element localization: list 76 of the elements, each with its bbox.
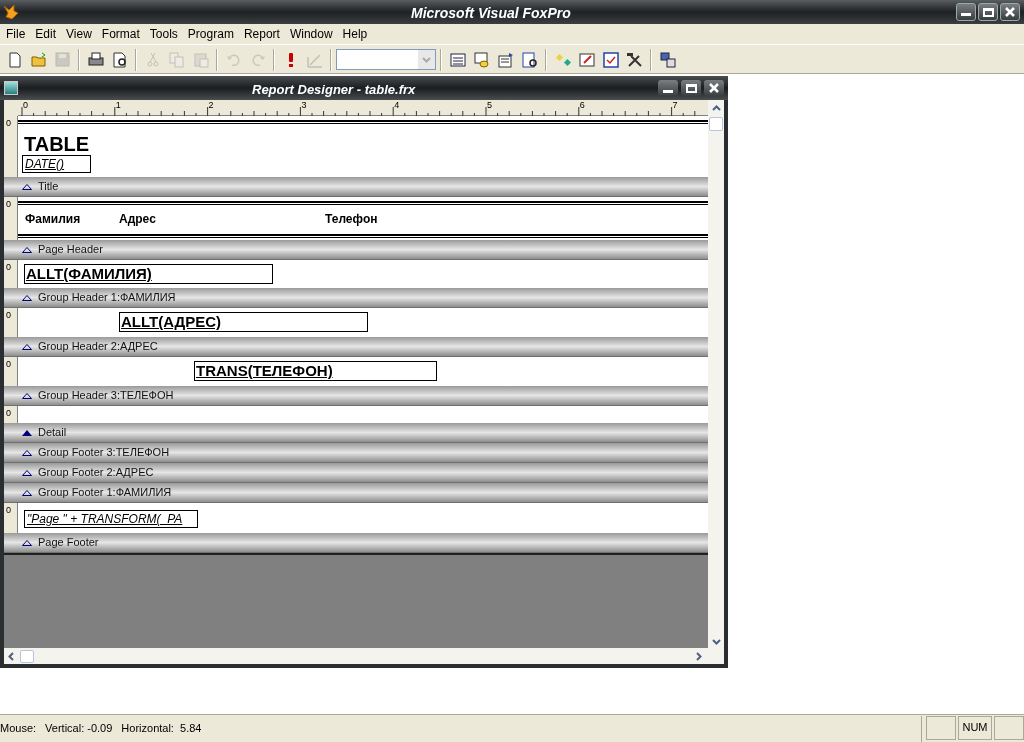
field-expression[interactable]: ALLT(ФАМИЛИЯ) [24,264,273,284]
column-label[interactable]: Адрес [119,210,156,228]
ruler-number: 0 [6,505,11,515]
scroll-left-icon[interactable] [8,651,14,661]
report-window-title: Report Designer - table.frx [252,81,416,99]
ruler-number: 6 [579,100,585,110]
menu-item[interactable]: View [61,25,97,43]
menu-item[interactable]: File [1,25,31,43]
close-icon [1005,7,1015,17]
printer-icon[interactable] [86,50,105,69]
ruler-number: 0 [6,262,11,272]
ruler-number: 7 [672,100,678,110]
band-bar[interactable]: Page Footer [4,533,708,553]
horizontal-scrollbar[interactable] [4,648,724,664]
report-window-icon [4,81,18,95]
checked-window-icon[interactable] [601,50,620,69]
ruler-number: 0 [6,359,11,369]
band-bar[interactable]: Page Header [4,240,708,260]
ruler-number: 5 [487,100,492,110]
form-icon[interactable] [577,50,596,69]
maximize-button[interactable] [681,80,701,96]
band-bar[interactable]: Group Header 1:ФАМИЛИЯ [4,288,708,308]
close-button[interactable] [1000,3,1020,21]
status-text: Mouse: [0,721,37,737]
menu-item[interactable]: Help [337,25,373,43]
scroll-down-icon[interactable] [712,639,721,645]
dropdown-field[interactable] [336,49,436,70]
menu-item[interactable]: Format [96,25,145,43]
column-label[interactable]: Фамилия [25,210,81,228]
scroll-thumb[interactable] [709,117,723,131]
band-bar[interactable]: Group Header 2:АДРЕС [4,337,708,357]
field-expression[interactable]: DATE() [22,155,91,173]
properties-icon[interactable] [496,50,515,69]
ruler-number: 0 [23,100,28,110]
ruler-number: 0 [6,408,11,418]
vertical-scrollbar[interactable] [708,116,724,648]
status-pane: NUM [958,715,992,740]
ruler-number: 1 [115,100,121,110]
print-preview-icon[interactable] [110,50,129,69]
maximize-button[interactable] [978,3,998,21]
menu-item[interactable]: Report [238,25,285,43]
list-window-icon[interactable] [448,50,467,69]
ruler-number: 4 [394,100,400,110]
column-label[interactable]: Телефон [325,210,378,228]
magnifier-document-icon[interactable] [520,50,539,69]
menu-item[interactable]: Program [182,25,239,43]
menu-item[interactable]: Edit [30,25,62,43]
ruler-number: 3 [301,100,307,110]
close-button[interactable] [704,80,724,96]
ruler-number: 0 [6,310,11,320]
ruler-number: 0 [6,118,11,128]
band-bar[interactable]: Group Footer 2:АДРЕС [4,463,708,483]
minimize-button[interactable] [956,3,976,21]
ruler-number: 2 [208,100,214,110]
field-expression[interactable]: "Page " + TRANSFORM(_PA [24,510,198,528]
field-expression[interactable]: TRANS(ТЕЛЕФОН) [194,361,437,381]
ruler-number: 0 [6,199,11,209]
minimize-button[interactable] [658,80,678,96]
band-bar[interactable]: Group Footer 3:ТЕЛЕФОН [4,443,708,463]
scroll-up-button[interactable] [708,100,724,116]
field-expression[interactable]: ALLT(АДРЕС) [119,312,368,332]
scroll-right-icon[interactable] [696,651,702,661]
menu-item[interactable]: Tools [144,25,183,43]
chevron-up-icon [711,105,721,111]
scroll-thumb[interactable] [20,649,34,663]
windows-icon[interactable] [658,50,677,69]
menu-item[interactable]: Window [284,25,338,43]
status-text: Vertical: -0.09 [45,721,113,737]
band-bar[interactable]: Group Header 3:ТЕЛЕФОН [4,386,708,406]
band-bar[interactable]: Group Footer 1:ФАМИЛИЯ [4,483,708,503]
app-title: Microsoft Visual FoxPro [411,4,571,23]
band-bar[interactable]: Title [4,177,708,197]
database-icon[interactable] [472,50,491,69]
status-text: Horizontal: 5.84 [121,721,202,737]
band-bar[interactable]: Detail [4,423,708,443]
close-icon [709,83,719,93]
